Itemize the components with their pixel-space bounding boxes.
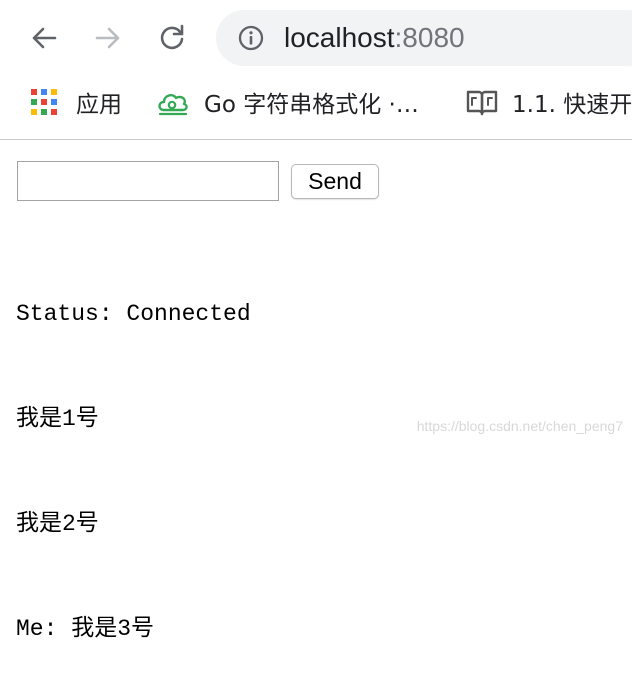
arrow-right-icon [95, 27, 120, 49]
back-button[interactable] [26, 20, 62, 56]
message-line: Me: 我是3号 [16, 616, 155, 642]
go-cloud-icon [158, 94, 188, 116]
message-line: 我是1号 [16, 406, 99, 432]
status-line: Status: Connected [16, 301, 251, 327]
url-port: :8080 [394, 22, 465, 53]
send-button[interactable]: Send [291, 164, 379, 199]
message-input[interactable] [17, 161, 279, 201]
url-host: localhost [284, 22, 395, 53]
apps-grid-icon [31, 89, 57, 115]
reload-button[interactable] [154, 20, 190, 56]
bookmark-go-format[interactable]: Go 字符串格式化 ·… [156, 83, 419, 121]
bookmark-label: Go 字符串格式化 ·… [204, 92, 419, 118]
url-text: localhost:8080 [284, 23, 465, 53]
reload-icon [160, 24, 184, 50]
arrow-left-icon [32, 27, 57, 49]
info-icon[interactable] [238, 25, 264, 51]
forward-button[interactable] [90, 20, 126, 56]
bookmark-label: 1.1. 快速开始 [512, 92, 632, 118]
address-bar[interactable]: localhost:8080 [216, 10, 632, 66]
browser-chrome: localhost:8080 应用 Go 字符串格式化 ·… 1.1. 快速开 [0, 0, 632, 140]
bookmark-quick-start[interactable]: 1.1. 快速开始 [466, 83, 632, 121]
bookmark-apps[interactable]: 应用 [30, 83, 122, 121]
book-icon [466, 90, 498, 116]
message-line: 我是2号 [16, 511, 99, 537]
bookmark-label: 应用 [76, 92, 122, 118]
message-output: Status: Connected 我是1号 我是2号 Me: 我是3号 [16, 227, 251, 682]
watermark: https://blog.csdn.net/chen_peng7 [416, 418, 623, 434]
